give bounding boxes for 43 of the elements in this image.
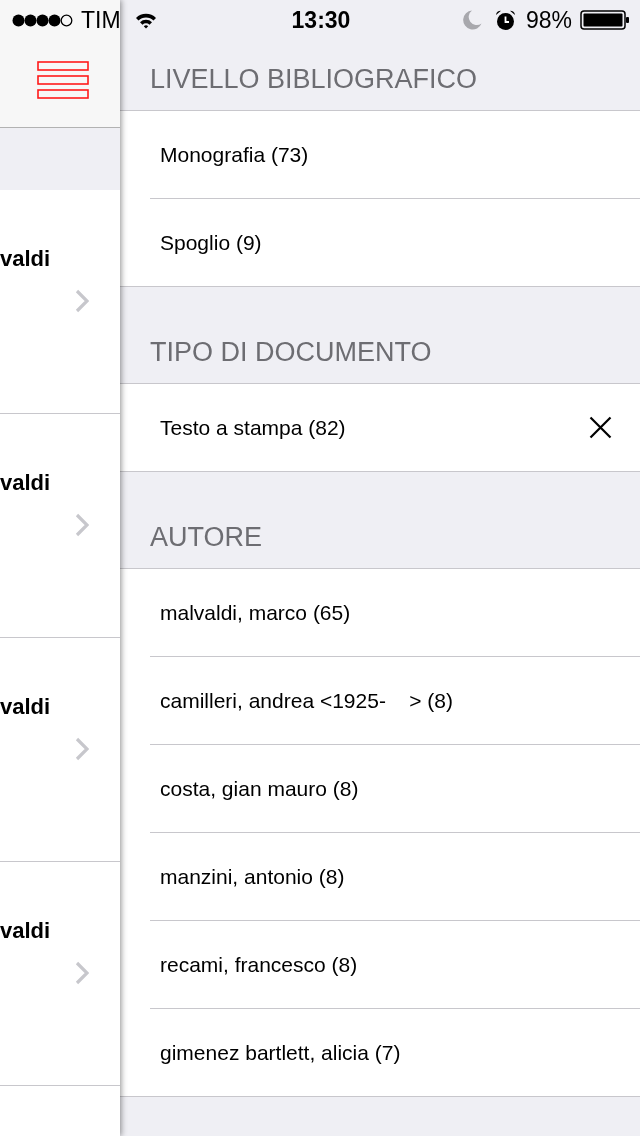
filter-item[interactable]: Testo a stampa (82) — [120, 384, 640, 471]
result-title: valdi — [0, 693, 52, 721]
filter-label: manzini, antonio (8) — [160, 864, 345, 889]
filter-label: Testo a stampa (82) — [160, 415, 346, 440]
wifi-icon — [134, 11, 157, 29]
chevron-icon — [75, 513, 89, 537]
result-title: valdi — [0, 245, 52, 273]
filter-label: costa, gian mauro (8) — [160, 776, 359, 801]
result-title: valdi — [0, 917, 52, 945]
result-title: valdi — [0, 469, 52, 497]
filter-label: gimenez bartlett, alicia (7) — [160, 1040, 401, 1065]
filter-item[interactable]: recami, francesco (8) — [120, 921, 640, 1009]
filter-label: malvaldi, marco (65) — [160, 600, 351, 625]
section-header: TIPO DI DOCUMENTO — [149, 336, 433, 369]
moon-icon — [462, 10, 482, 30]
filter-label: recami, francesco (8) — [160, 952, 358, 977]
filter-item[interactable]: Monografia (73) — [120, 111, 640, 199]
filter-item[interactable]: camilleri, andrea <1925- > (8) — [120, 657, 640, 745]
filter-item[interactable]: manzini, antonio (8) — [120, 833, 640, 921]
signal-strength-icon — [12, 13, 73, 27]
filter-item[interactable]: gimenez bartlett, alicia (7) — [120, 1009, 640, 1096]
result-row[interactable]: valdi — [0, 190, 120, 414]
status-time: 13:30 — [291, 8, 351, 32]
battery-icon — [580, 10, 630, 30]
menu-icon[interactable] — [37, 61, 89, 99]
filter-item[interactable]: Spoglio (9) — [120, 199, 640, 286]
battery-percentage: 98% — [525, 8, 572, 32]
result-row[interactable]: valdi — [0, 414, 120, 638]
section-header: LIVELLO BIBLIOGRAFICO — [149, 63, 479, 96]
close-icon[interactable] — [589, 416, 612, 439]
chevron-icon — [75, 289, 89, 313]
section-header: AUTORE — [149, 521, 264, 554]
chevron-icon — [75, 961, 89, 985]
filter-label: Spoglio (9) — [160, 230, 262, 255]
chevron-icon — [75, 737, 89, 761]
filter-item[interactable]: malvaldi, marco (65) — [120, 569, 640, 657]
filter-label: Monografia (73) — [160, 142, 309, 167]
result-row[interactable]: valdi — [0, 638, 120, 862]
filter-label: camilleri, andrea <1925- > (8) — [160, 688, 453, 713]
alarm-clock-icon — [494, 9, 516, 31]
result-row[interactable]: valdi — [0, 862, 120, 1086]
filter-item[interactable]: costa, gian mauro (8) — [120, 745, 640, 833]
carrier-name: TIM — [81, 8, 121, 32]
